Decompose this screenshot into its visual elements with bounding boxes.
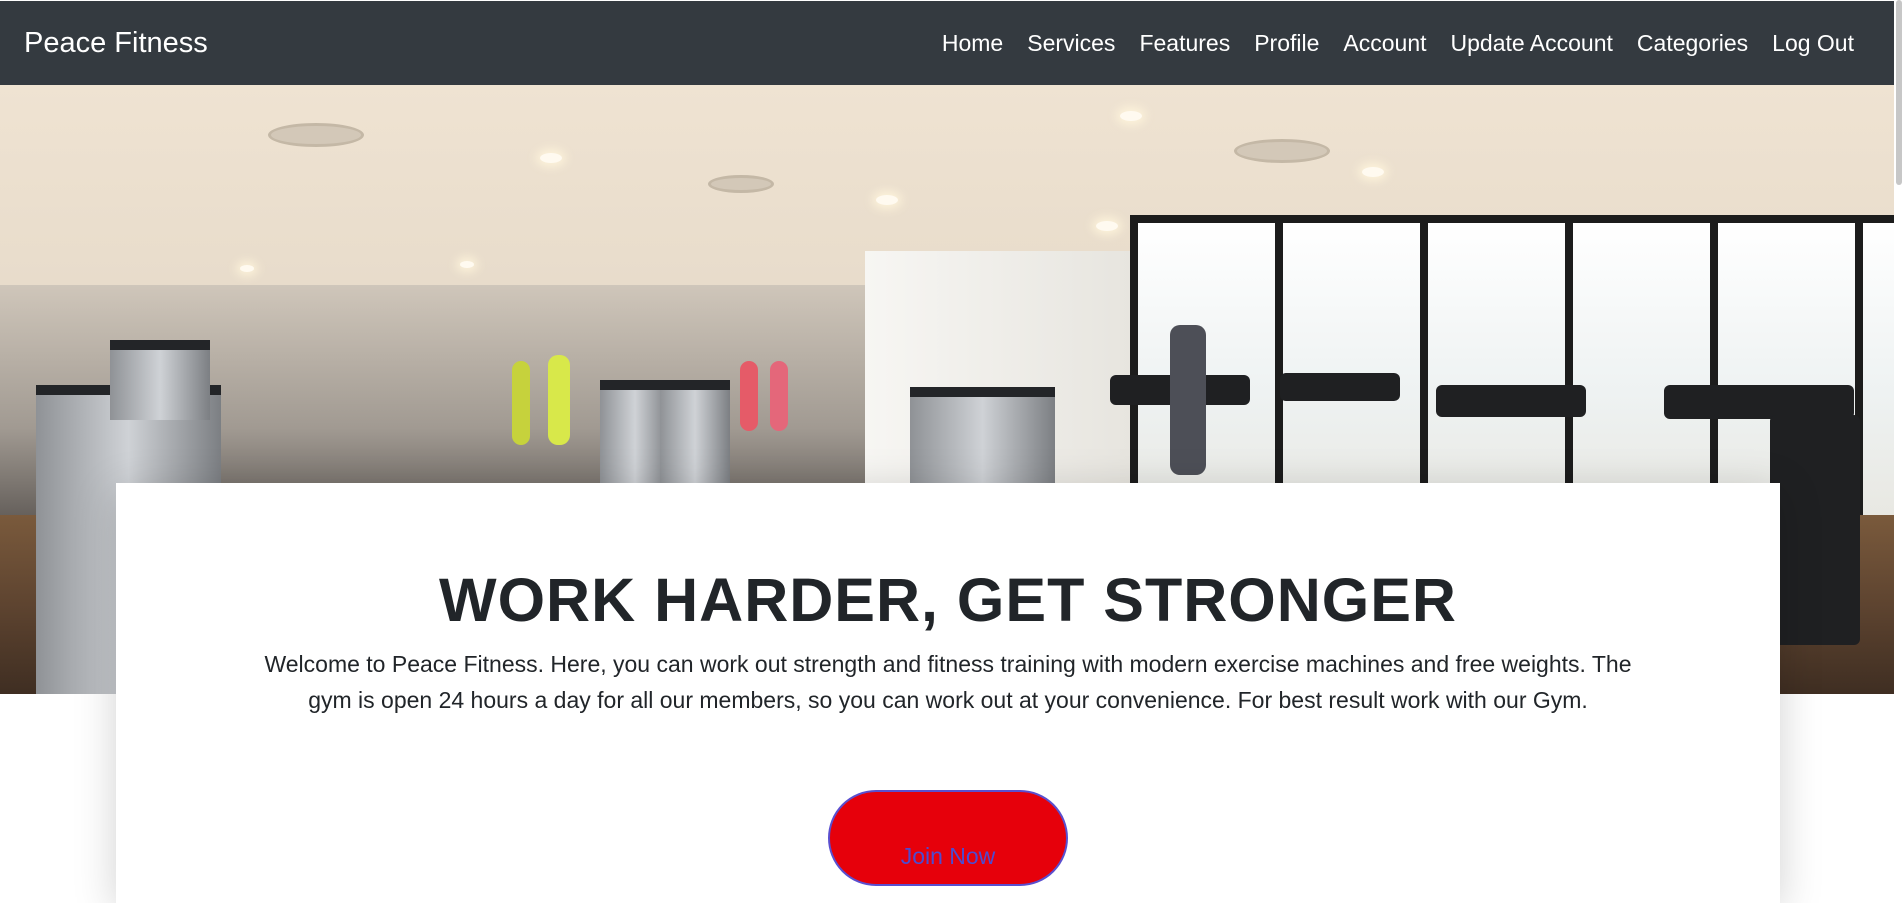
ceiling-light <box>460 261 474 268</box>
nav-logout-link[interactable]: Log Out <box>1760 30 1866 57</box>
ceiling-vent <box>268 123 364 147</box>
nav-update-account-link[interactable]: Update Account <box>1439 30 1625 57</box>
person <box>512 361 530 445</box>
welcome-description: Welcome to Peace Fitness. Here, you can … <box>264 651 1632 713</box>
join-now-button[interactable]: Join Now <box>828 790 1068 886</box>
page-scrollbar[interactable] <box>1894 0 1904 860</box>
ceiling-light <box>876 195 898 205</box>
person <box>740 361 758 431</box>
gym-machine <box>110 340 210 420</box>
ceiling-light <box>540 153 562 163</box>
scrollbar-thumb[interactable] <box>1896 0 1902 185</box>
nav-profile-link[interactable]: Profile <box>1242 30 1331 57</box>
treadmill <box>1664 385 1854 419</box>
join-now-label: Join Now <box>900 843 996 869</box>
ceiling-vent <box>1234 139 1330 163</box>
person <box>1170 325 1206 475</box>
page-headline: WORK HARDER, GET STRONGER <box>439 566 1457 634</box>
nav-links: Home Services Features Profile Account U… <box>930 30 1880 57</box>
welcome-card: WORK HARDER, GET STRONGER Welcome to Pea… <box>116 483 1780 903</box>
nav-account-link[interactable]: Account <box>1331 30 1438 57</box>
ceiling-light <box>1362 167 1384 177</box>
ceiling-light <box>1096 221 1118 231</box>
nav-features-link[interactable]: Features <box>1127 30 1242 57</box>
person <box>548 355 570 445</box>
treadmill <box>1280 373 1400 401</box>
treadmill <box>1436 385 1586 417</box>
nav-services-link[interactable]: Services <box>1015 30 1127 57</box>
brand-link[interactable]: Peace Fitness <box>24 27 208 60</box>
ceiling-light <box>240 265 254 272</box>
ceiling-vent <box>708 175 774 193</box>
ceiling-light <box>1120 111 1142 121</box>
nav-home-link[interactable]: Home <box>930 30 1015 57</box>
nav-categories-link[interactable]: Categories <box>1625 30 1760 57</box>
top-navbar: Peace Fitness Home Services Features Pro… <box>0 0 1904 85</box>
treadmill <box>1770 415 1860 645</box>
person <box>770 361 788 431</box>
